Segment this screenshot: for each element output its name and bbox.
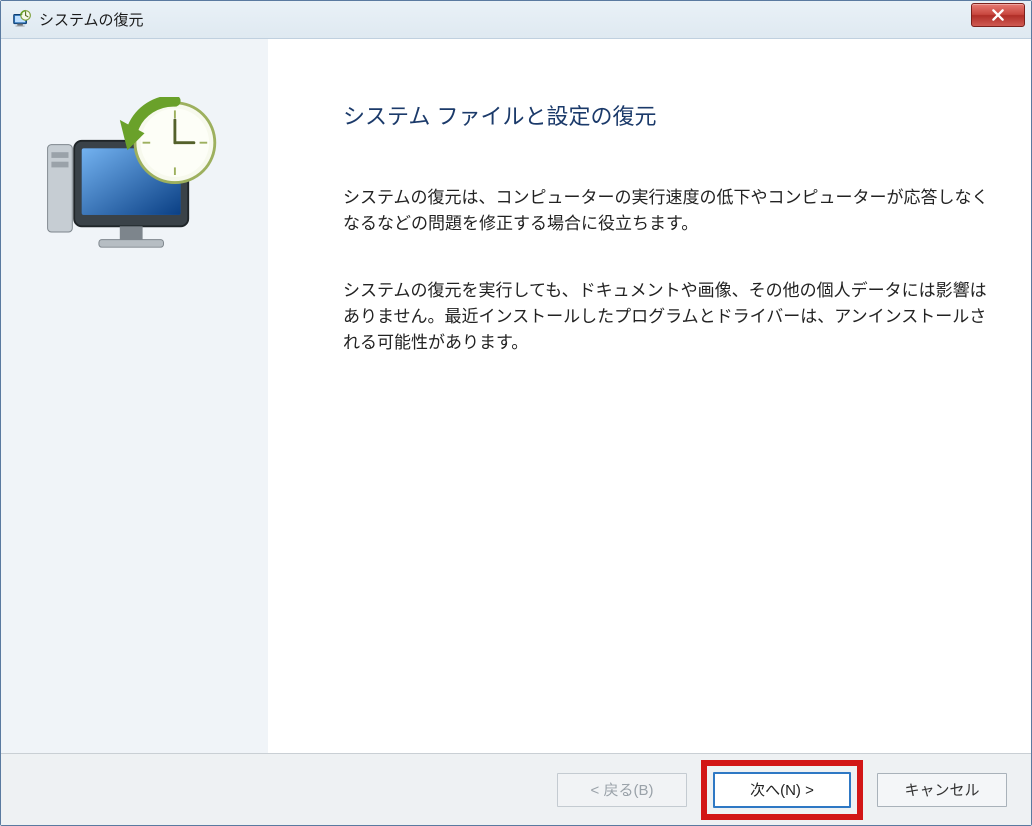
system-restore-window: システムの復元 xyxy=(0,0,1032,826)
close-button[interactable] xyxy=(971,3,1025,27)
close-icon xyxy=(991,8,1005,22)
page-heading: システム ファイルと設定の復元 xyxy=(343,99,995,131)
wizard-footer: < 戻る(B) 次へ(N) > キャンセル xyxy=(1,753,1031,825)
system-restore-icon xyxy=(9,8,33,32)
next-button-highlight: 次へ(N) > xyxy=(701,760,863,820)
system-restore-hero-icon xyxy=(40,97,230,272)
content-pane: システム ファイルと設定の復元 システムの復元は、コンピューターの実行速度の低下… xyxy=(269,39,1031,753)
description-paragraph-2: システムの復元を実行しても、ドキュメントや画像、その他の個人データには影響はあり… xyxy=(343,278,995,357)
back-button: < 戻る(B) xyxy=(557,773,687,807)
wizard-body: システム ファイルと設定の復元 システムの復元は、コンピューターの実行速度の低下… xyxy=(1,39,1031,753)
next-button[interactable]: 次へ(N) > xyxy=(713,772,851,808)
left-pane xyxy=(1,39,269,753)
title-bar[interactable]: システムの復元 xyxy=(1,1,1031,39)
window-title: システムの復元 xyxy=(39,9,144,30)
cancel-button[interactable]: キャンセル xyxy=(877,773,1007,807)
description-paragraph-1: システムの復元は、コンピューターの実行速度の低下やコンピューターが応答しなくなる… xyxy=(343,185,995,238)
